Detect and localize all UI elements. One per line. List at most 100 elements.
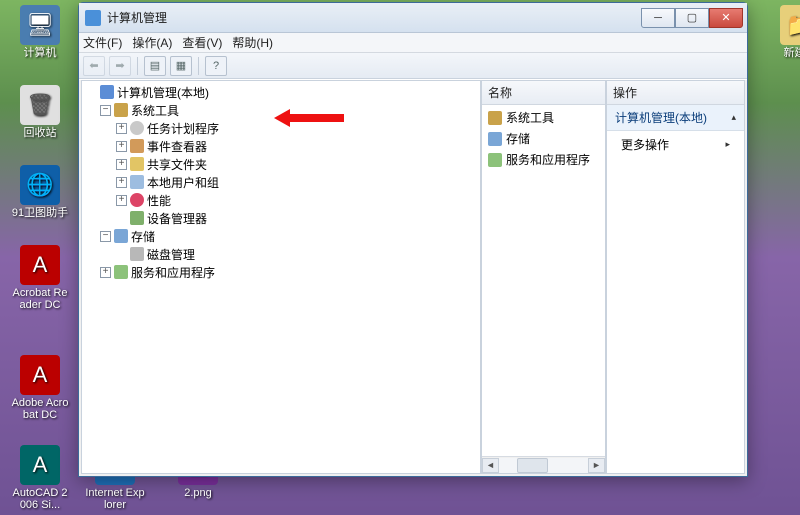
maximize-button[interactable]: ▢ [675,8,709,28]
wrench-icon [488,111,502,125]
chevron-right-icon: ▸ [725,139,730,150]
toggle-icon [116,213,127,224]
label: Adobe Acrobat DC [10,397,70,421]
scroll-track[interactable] [499,458,588,473]
toggle-icon[interactable]: + [116,159,127,170]
tree-performance[interactable]: + 性能 [86,191,480,209]
tree-label: 设备管理器 [147,210,207,227]
desktop-icon-91weitu[interactable]: 🌐91卫图助手 [10,165,70,219]
label: AutoCAD 2006 Si... [10,487,70,511]
pdf-icon: A [20,245,60,285]
event-icon [130,139,144,153]
device-icon [130,211,144,225]
titlebar[interactable]: 计算机管理 ─ ▢ ✕ [79,3,747,33]
menu-help[interactable]: 帮助(H) [232,34,273,51]
services-icon [114,265,128,279]
wrench-icon [114,103,128,117]
tree-task-scheduler[interactable]: + 任务计划程序 [86,119,480,137]
toolbar-separator [198,57,199,75]
item-label: 系统工具 [506,109,554,126]
tree-shared-folders[interactable]: + 共享文件夹 [86,155,480,173]
help-button[interactable]: ? [205,56,227,76]
tree-event-viewer[interactable]: +事件查看器 [86,137,480,155]
label: 新建文 [770,47,800,59]
toggle-icon[interactable]: − [100,105,111,116]
label: 回收站 [10,127,70,139]
list-item[interactable]: 存储 [488,130,599,147]
action-label: 更多操作 [621,136,669,153]
tree-label: 存储 [131,228,155,245]
desktop-icon-adobe-acrobat[interactable]: AAdobe Acrobat DC [10,355,70,421]
menu-action[interactable]: 操作(A) [132,34,172,51]
name-column-header[interactable]: 名称 [482,81,605,105]
label: 2.png [168,487,228,499]
list-item[interactable]: 系统工具 [488,109,599,126]
actions-group-header[interactable]: 计算机管理(本地) ▴ [607,105,744,131]
properties-button[interactable]: ▤ [144,56,166,76]
name-list[interactable]: 系统工具 存储 服务和应用程序 [482,105,605,456]
window-title: 计算机管理 [107,9,641,26]
clock-icon [130,121,144,135]
folder-icon: 📁 [780,5,800,45]
perf-icon [130,193,144,207]
tree-label: 系统工具 [131,102,179,119]
services-icon [488,153,502,167]
tree-label: 计算机管理(本地) [117,84,209,101]
recycle-icon: 🗑 [20,85,60,125]
refresh-button[interactable]: ▦ [170,56,192,76]
actions-pane: 操作 计算机管理(本地) ▴ 更多操作 ▸ [606,80,745,474]
menu-file[interactable]: 文件(F) [83,34,122,51]
storage-icon [114,229,128,243]
toggle-icon[interactable]: + [116,123,127,134]
app-icon [85,10,101,26]
action-more[interactable]: 更多操作 ▸ [607,131,744,158]
toggle-icon [116,249,127,260]
tree-storage[interactable]: − 存储 [86,227,480,245]
actions-header: 操作 [607,81,744,105]
forward-button[interactable]: ➡ [109,56,131,76]
scroll-left-button[interactable]: ◄ [482,458,499,473]
disk-icon [130,247,144,261]
tree-disk-management[interactable]: 磁盘管理 [86,245,480,263]
item-label: 存储 [506,130,530,147]
toggle-icon[interactable]: − [100,231,111,242]
computer-icon [100,85,114,99]
label: Internet Explorer [85,487,145,511]
desktop-icon-recycle-bin[interactable]: 🗑 回收站 [10,85,70,139]
tree-services-apps[interactable]: +服务和应用程序 [86,263,480,281]
tree-local-users[interactable]: +本地用户和组 [86,173,480,191]
tree-label: 共享文件夹 [147,156,207,173]
desktop-icon-acrobat-reader[interactable]: AAcrobat Reader DC [10,245,70,311]
scroll-right-button[interactable]: ► [588,458,605,473]
label: 91卫图助手 [10,207,70,219]
toggle-icon[interactable]: + [116,141,127,152]
toggle-icon[interactable]: + [116,195,127,206]
back-button[interactable]: ⬅ [83,56,105,76]
minimize-button[interactable]: ─ [641,8,675,28]
users-icon [130,175,144,189]
cad-icon: A [20,445,60,485]
tree-body[interactable]: 计算机管理(本地) − 系统工具 + 任务计划程序 +事件查看器 + 共享文件夹 +本… [82,81,480,473]
tree-label: 任务计划程序 [147,120,219,137]
desktop-icon-autocad[interactable]: AAutoCAD 2006 Si... [10,445,70,511]
desktop-icon-computer[interactable]: 🖥计算机 [10,5,70,59]
list-item[interactable]: 服务和应用程序 [488,151,599,168]
computer-management-window: 计算机管理 ─ ▢ ✕ 文件(F) 操作(A) 查看(V) 帮助(H) ⬅ ➡ … [78,2,748,477]
scroll-thumb[interactable] [517,458,548,473]
toggle-icon[interactable]: + [116,177,127,188]
tree-device-manager[interactable]: 设备管理器 [86,209,480,227]
window-body: 计算机管理(本地) − 系统工具 + 任务计划程序 +事件查看器 + 共享文件夹 +本… [79,79,747,476]
close-button[interactable]: ✕ [709,8,743,28]
group-label: 计算机管理(本地) [615,109,707,126]
menubar: 文件(F) 操作(A) 查看(V) 帮助(H) [79,33,747,53]
toggle-icon[interactable]: + [100,267,111,278]
toolbar: ⬅ ➡ ▤ ▦ ? [79,53,747,79]
tree-system-tools[interactable]: − 系统工具 [86,101,480,119]
menu-view[interactable]: 查看(V) [182,34,222,51]
tree-root[interactable]: 计算机管理(本地) [86,83,480,101]
horizontal-scrollbar[interactable]: ◄ ► [482,456,605,473]
tree-label: 性能 [147,192,171,209]
label: Acrobat Reader DC [10,287,70,311]
folder-icon [130,157,144,171]
desktop-icon-newfolder[interactable]: 📁 新建文 [770,5,800,59]
